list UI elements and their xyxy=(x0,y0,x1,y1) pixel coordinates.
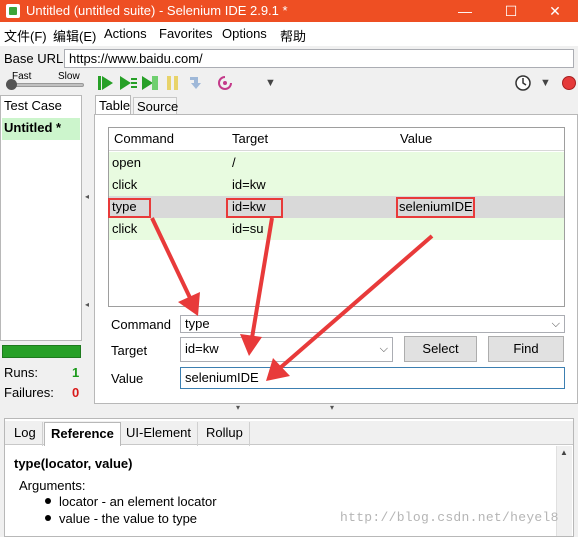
bullet-icon xyxy=(45,515,51,521)
bullet-icon xyxy=(45,498,51,504)
reference-arguments-label: Arguments: xyxy=(19,478,86,493)
tab-log[interactable]: Log xyxy=(8,422,43,446)
scroll-up-icon[interactable]: ▲ xyxy=(560,448,568,457)
annotation-arrow-target xyxy=(250,217,274,339)
annotation-arrow-value xyxy=(278,234,434,370)
watermark-text: http://blog.csdn.net/heyel8 xyxy=(340,510,559,525)
reference-argument: value - the value to type xyxy=(59,511,198,526)
annotation-arrow-command xyxy=(150,217,194,303)
horizontal-splitter[interactable]: ▾ ▾ xyxy=(0,402,578,412)
tab-rollup[interactable]: Rollup xyxy=(200,422,250,446)
tab-reference[interactable]: Reference xyxy=(44,422,121,446)
annotation-arrowhead-target xyxy=(240,334,262,356)
reference-argument: locator - an element locator xyxy=(59,494,217,509)
collapse-down-icon[interactable]: ▾ xyxy=(236,403,240,412)
reference-signature: type(locator, value) xyxy=(14,456,133,471)
collapse-down-icon-2[interactable]: ▾ xyxy=(330,403,334,412)
tab-ui-element[interactable]: UI-Element xyxy=(120,422,199,446)
